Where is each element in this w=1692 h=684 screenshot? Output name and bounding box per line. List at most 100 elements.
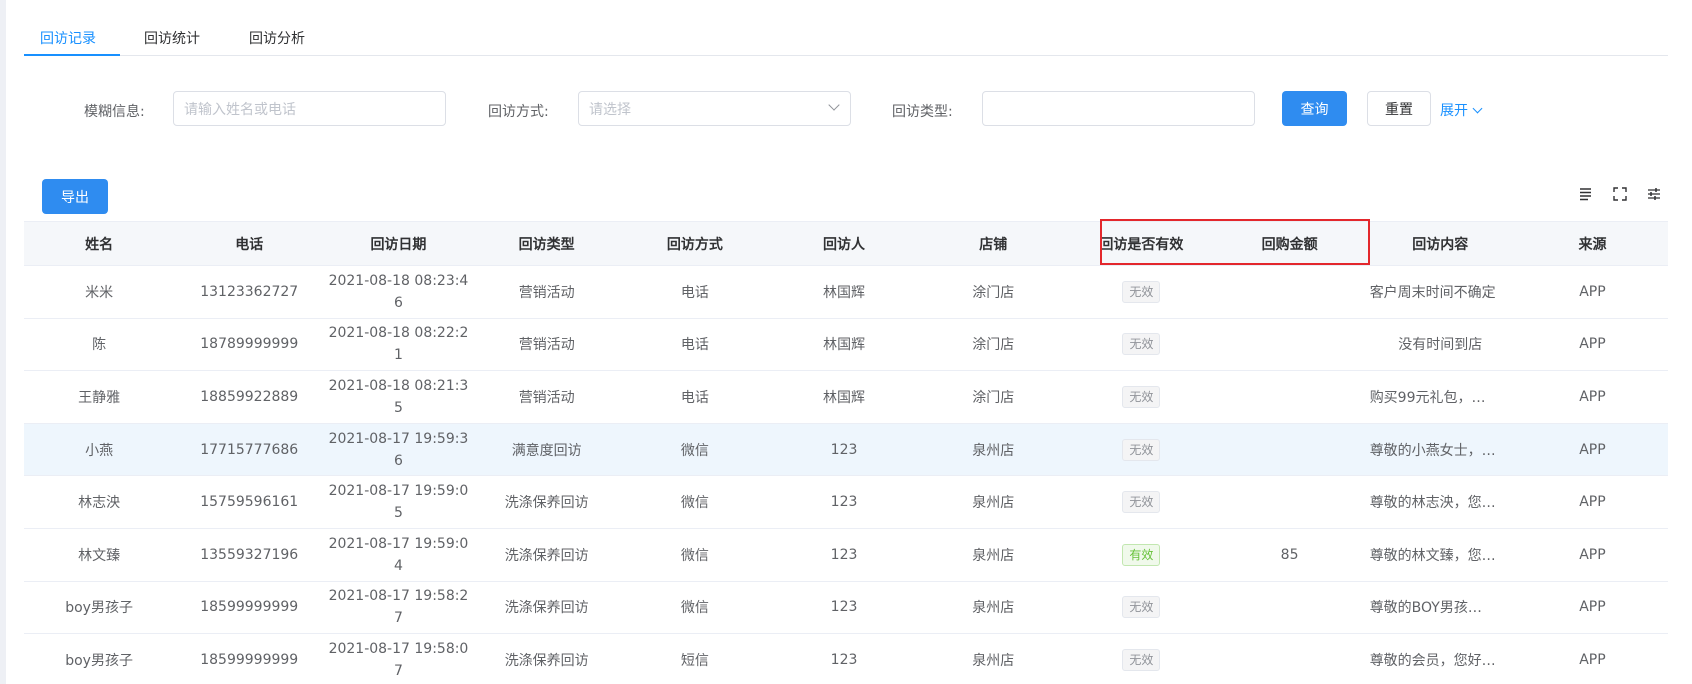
cell-amount: [1216, 266, 1364, 318]
cell-content: 购买99元礼包，…: [1364, 371, 1517, 423]
visit-records-table: 姓名 电话 回访日期 回访类型 回访方式 回访人 店铺 回访是否有效 回购金额 …: [24, 221, 1668, 684]
cell-store: 泉州店: [972, 600, 1015, 617]
cell-visitor: 林国辉: [823, 337, 866, 354]
visit-method-placeholder: 请选择: [589, 101, 631, 118]
cell-content: 没有时间到店: [1364, 319, 1517, 371]
tab-visit-statistics[interactable]: 回访统计: [144, 28, 200, 48]
cell-date: 2021-08-17 19:59:36: [328, 430, 469, 469]
cell-valid: 无效: [1067, 319, 1215, 371]
cell-name: boy男孩子: [65, 600, 133, 617]
cell-type: 满意度回访: [511, 442, 582, 459]
cell-method: 微信: [680, 495, 709, 512]
visit-method-label: 回访方式:: [488, 104, 549, 120]
cell-visitor: 林国辉: [823, 389, 866, 406]
column-header[interactable]: 店铺: [919, 222, 1067, 265]
cell-amount: 85: [1280, 546, 1299, 563]
table-row[interactable]: 陈 18789999999 2021-08-18 08:22:21 营销活动 电话 林国辉…: [24, 319, 1668, 372]
cell-content: 尊敬的BOY男孩…: [1364, 582, 1517, 634]
status-badge: 无效: [1122, 596, 1161, 619]
cell-source: APP: [1579, 599, 1606, 616]
column-header[interactable]: 回访方式: [621, 222, 769, 265]
cell-method: 微信: [680, 442, 709, 459]
cell-visitor: 123: [830, 546, 858, 563]
cell-source: APP: [1579, 441, 1606, 458]
visit-type-input[interactable]: [982, 91, 1255, 126]
cell-visitor: 123: [830, 651, 858, 668]
expand-filters-link[interactable]: 展开: [1440, 100, 1483, 120]
table-row[interactable]: 米米 13123362727 2021-08-18 08:23:46 营销活动 电话 林国…: [24, 266, 1668, 319]
active-tab-indicator: [24, 54, 120, 56]
table-row[interactable]: boy男孩子 18599999999 2021-08-17 19:58:07 洗涤保养…: [24, 634, 1668, 684]
cell-phone: 18599999999: [200, 599, 299, 616]
cell-type: 洗涤保养回访: [504, 600, 589, 617]
cell-visitor: 123: [830, 599, 858, 616]
visit-type-label: 回访类型:: [892, 104, 953, 120]
column-header[interactable]: 回访类型: [473, 222, 621, 265]
cell-store: 泉州店: [972, 547, 1015, 564]
table-row[interactable]: 王静雅 18859922889 2021-08-18 08:21:35 营销活动 电话 林…: [24, 371, 1668, 424]
column-header[interactable]: 回访内容: [1364, 222, 1517, 265]
query-button[interactable]: 查询: [1282, 91, 1347, 126]
cell-method: 短信: [680, 652, 709, 669]
column-header[interactable]: 姓名: [24, 222, 174, 265]
content-text: 尊敬的BOY男孩…: [1369, 600, 1482, 617]
cell-valid: 无效: [1067, 634, 1215, 684]
cell-method: 电话: [680, 337, 709, 354]
reset-button[interactable]: 重置: [1367, 91, 1431, 126]
table-row[interactable]: 林志泱 15759596161 2021-08-17 19:59:05 洗涤保养回访 微…: [24, 476, 1668, 529]
density-icon[interactable]: [1578, 186, 1594, 202]
cell-store: 涂门店: [972, 389, 1015, 406]
export-button[interactable]: 导出: [42, 179, 108, 214]
fuzzy-info-label: 模糊信息:: [84, 104, 145, 120]
cell-store: 泉州店: [972, 495, 1015, 512]
cell-name: 林文臻: [78, 547, 121, 564]
cell-name: 王静雅: [78, 389, 121, 406]
visit-method-select[interactable]: 请选择: [578, 91, 851, 126]
cell-store: 泉州店: [972, 442, 1015, 459]
cell-visitor: 林国辉: [823, 284, 866, 301]
chevron-down-icon: [1472, 103, 1483, 113]
cell-content: 尊敬的小燕女士，…: [1364, 424, 1517, 476]
cell-phone: 18599999999: [200, 651, 299, 668]
table-row[interactable]: 林文臻 13559327196 2021-08-17 19:59:04 洗涤保养回访 微…: [24, 529, 1668, 582]
cell-type: 营销活动: [518, 284, 575, 301]
table-row[interactable]: 小燕 17715777686 2021-08-17 19:59:36 满意度回访 微信 1…: [24, 423, 1668, 477]
tab-visit-records[interactable]: 回访记录: [40, 28, 96, 48]
cell-source: APP: [1579, 336, 1606, 353]
chevron-down-icon: [828, 99, 840, 111]
cell-type: 洗涤保养回访: [504, 495, 589, 512]
cell-source: APP: [1579, 388, 1606, 405]
cell-amount: [1216, 319, 1364, 371]
cell-valid: 无效: [1067, 371, 1215, 423]
cell-name: 陈: [92, 337, 107, 354]
status-badge: 有效: [1122, 543, 1161, 566]
status-badge: 无效: [1122, 491, 1161, 514]
cell-date: 2021-08-18 08:22:21: [328, 325, 469, 364]
cell-phone: 15759596161: [200, 494, 299, 511]
cell-date: 2021-08-17 19:59:04: [328, 535, 469, 574]
tab-visit-analysis[interactable]: 回访分析: [249, 28, 305, 48]
cell-type: 洗涤保养回访: [504, 652, 589, 669]
cell-visitor: 123: [830, 494, 858, 511]
status-badge: 无效: [1122, 438, 1161, 461]
cell-content: 尊敬的林志泱，您…: [1364, 476, 1517, 528]
cell-valid: 无效: [1067, 476, 1215, 528]
column-settings-icon[interactable]: [1646, 186, 1662, 202]
cell-amount: [1216, 476, 1364, 528]
content-text: 尊敬的林文臻，您…: [1369, 547, 1496, 564]
cell-amount: [1216, 634, 1364, 684]
fuzzy-search-input[interactable]: 请输入姓名或电话: [173, 91, 446, 126]
content-text: 尊敬的会员，您好…: [1369, 652, 1496, 669]
column-header[interactable]: 回访日期: [324, 222, 472, 265]
cell-store: 泉州店: [972, 652, 1015, 669]
cell-phone: 17715777686: [200, 441, 299, 458]
cell-name: boy男孩子: [65, 652, 133, 669]
cell-source: APP: [1579, 651, 1606, 668]
content-text: 尊敬的林志泱，您…: [1369, 495, 1496, 512]
cell-type: 营销活动: [518, 337, 575, 354]
column-header[interactable]: 电话: [174, 222, 324, 265]
column-header[interactable]: 来源: [1517, 222, 1668, 265]
fullscreen-icon[interactable]: [1612, 186, 1628, 202]
column-header[interactable]: 回访人: [769, 222, 919, 265]
table-row[interactable]: boy男孩子 18599999999 2021-08-17 19:58:27 洗涤保养…: [24, 582, 1668, 635]
